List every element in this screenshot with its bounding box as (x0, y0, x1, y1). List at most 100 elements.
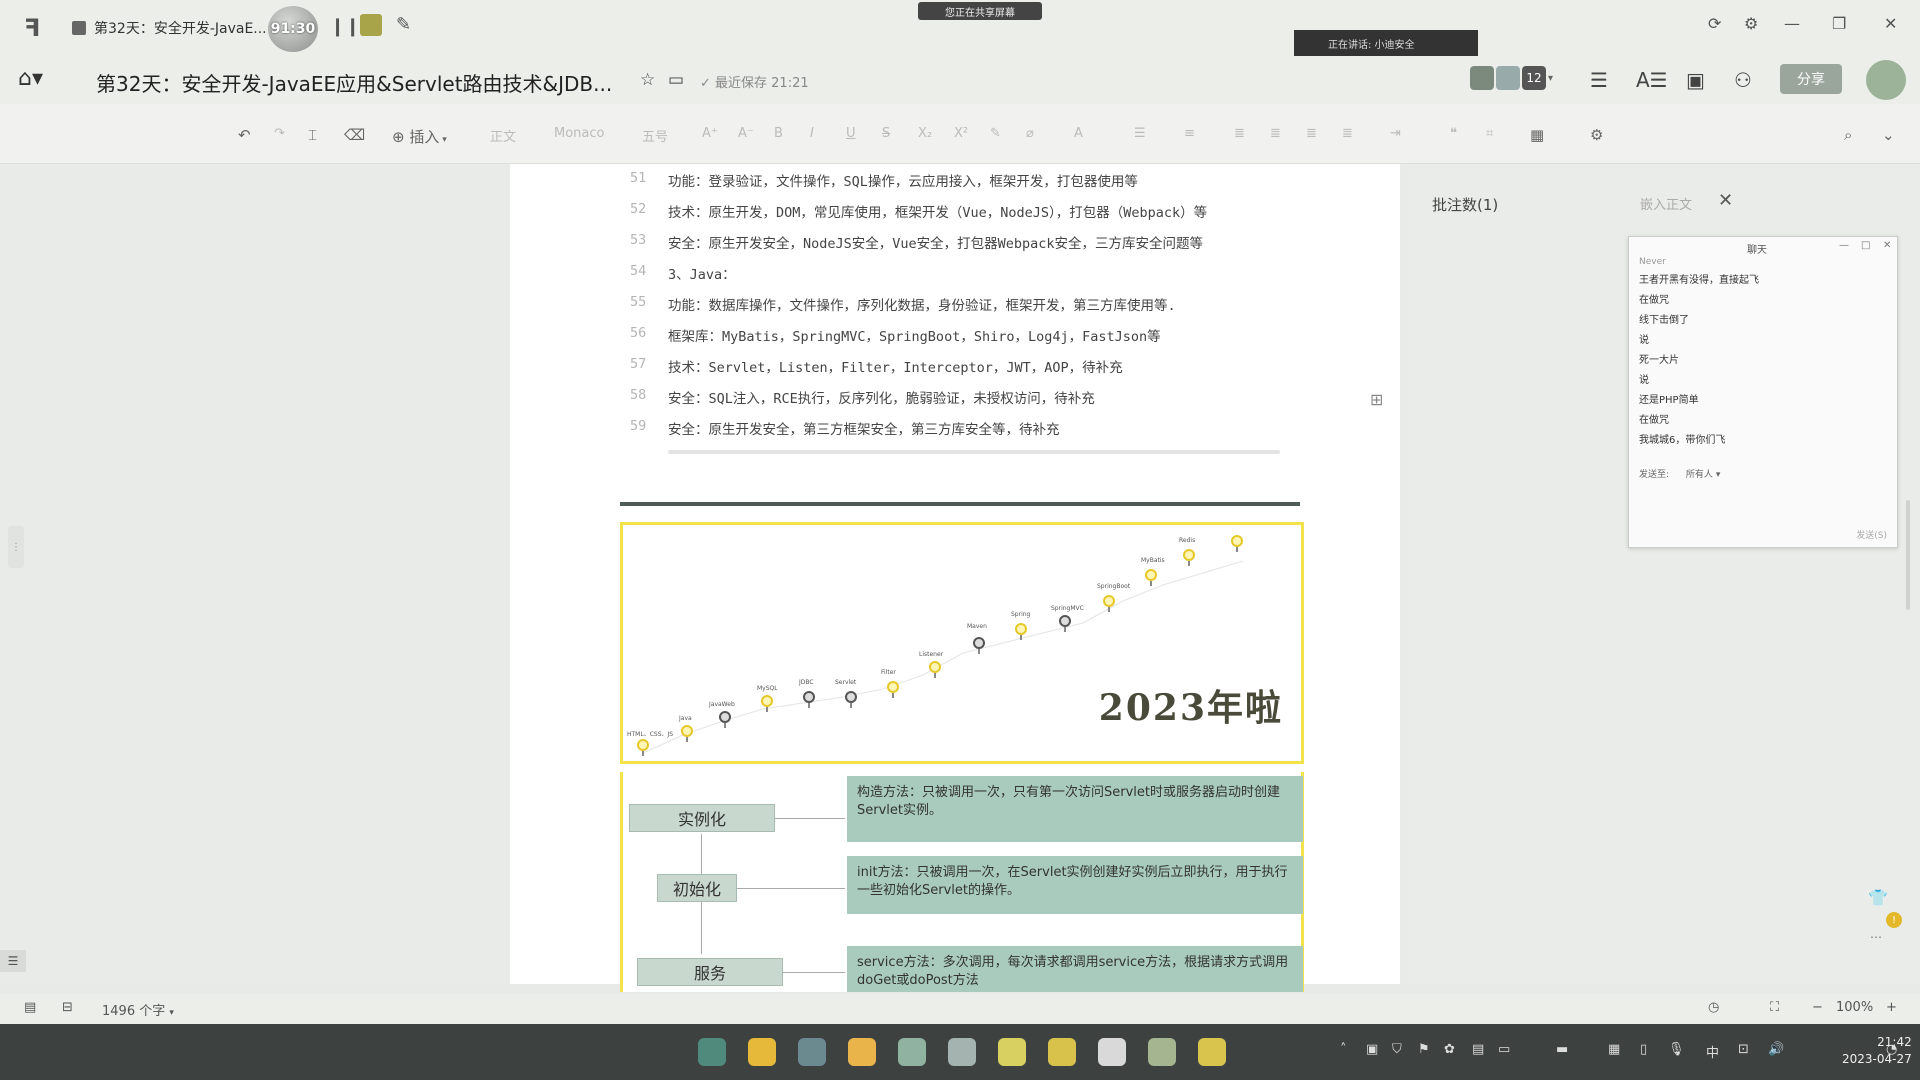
document-title[interactable]: 第32天：安全开发-JavaEE应用&Servlet路由技术&JDB... (96, 68, 612, 97)
history-icon[interactable]: ◷ (1708, 1000, 1719, 1015)
style-select[interactable]: 正文 (490, 126, 516, 145)
user-avatar[interactable] (1866, 60, 1906, 100)
redo-icon[interactable]: ↷ (274, 126, 285, 141)
menu-icon[interactable]: ☰ (1590, 68, 1608, 92)
send-to-select[interactable]: 所有人 (1686, 470, 1713, 480)
tray-icon[interactable]: ▭ (1498, 1042, 1510, 1057)
add-comment-icon[interactable]: ⊞ (1370, 390, 1383, 409)
settings-icon[interactable]: ⚙ (1744, 14, 1758, 33)
embed-in-text-button[interactable]: 嵌入正文 (1640, 194, 1692, 213)
more-icon[interactable]: ⋯ (1870, 930, 1882, 944)
annotate-icon[interactable] (360, 14, 382, 36)
file-explorer-icon[interactable] (748, 1038, 776, 1066)
edge-icon[interactable] (798, 1038, 826, 1066)
servlet-lifecycle-diagram[interactable]: 实例化 构造方法：只被调用一次，只有第一次访问Servlet时或服务器启动时创建… (620, 772, 1304, 992)
collapse-toolbar-icon[interactable]: ⌄ (1882, 126, 1895, 144)
code-line[interactable]: 53 安全：原生开发安全，NodeJS安全，Vue安全，打包器Webpack安全… (510, 232, 1400, 262)
size-select[interactable]: 五号 (642, 126, 668, 145)
notification-icon[interactable]: ◔ (1886, 1042, 1897, 1057)
pen-icon[interactable]: ✎ (396, 14, 411, 35)
code-line[interactable]: 56 框架库：MyBatis，SpringMVC，SpringBoot，Shir… (510, 325, 1400, 355)
app-icon[interactable] (1048, 1038, 1076, 1066)
tray-icon[interactable]: ▤ (1472, 1042, 1484, 1057)
maximize-icon[interactable]: ❐ (1832, 14, 1846, 33)
bold-icon[interactable]: B (774, 126, 783, 141)
send-to-row[interactable]: 发送至: 所有人 ▾ (1639, 467, 1720, 480)
undo-icon[interactable]: ↶ (238, 126, 251, 144)
code-block-icon[interactable]: ⌗ (1486, 126, 1493, 141)
numbered-list-icon[interactable]: ≡ (1184, 126, 1195, 141)
format-painter-icon[interactable]: ⌶ (308, 126, 317, 144)
star-icon[interactable]: ☆ (640, 70, 655, 90)
folder-icon[interactable]: ▭ (668, 70, 684, 90)
subscript-icon[interactable]: X₂ (918, 126, 932, 141)
highlight-icon[interactable]: ✎ (990, 126, 1001, 141)
chrome-icon[interactable] (848, 1038, 876, 1066)
strikethrough-icon[interactable]: S (882, 126, 890, 141)
present-icon[interactable]: ▣ (1686, 68, 1705, 92)
align-right-icon[interactable]: ≣ (1306, 126, 1317, 141)
app-icon[interactable] (948, 1038, 976, 1066)
system-clock[interactable]: 21:42 2023-04-27 (1842, 1034, 1912, 1068)
collaborators[interactable]: 12 ▾ (1470, 66, 1553, 90)
font-shrink-icon[interactable]: A⁻ (738, 126, 754, 141)
document-tab[interactable]: 第32天：安全开发-JavaE... (72, 10, 272, 46)
zoom-level[interactable]: 100% (1836, 1000, 1873, 1015)
shield-icon[interactable]: ⛉ (1392, 1042, 1402, 1057)
scrollbar[interactable] (1906, 500, 1910, 610)
learning-roadmap-image[interactable]: HTML、CSS、JS Java JavaWeb MySQL JDBC Serv… (620, 522, 1304, 764)
code-line[interactable]: 58 安全：SQL注入，RCE执行，反序列化，脆弱验证，未授权访问，待补充 (510, 387, 1400, 417)
table-icon[interactable]: ▦ (1530, 126, 1544, 144)
font-grow-icon[interactable]: A⁺ (702, 126, 718, 141)
quote-icon[interactable]: ❝ (1450, 126, 1457, 141)
underline-icon[interactable]: U (846, 126, 856, 141)
code-line[interactable]: 52 技术：原生开发，DOM，常见库使用，框架开发（Vue，NodeJS），打包… (510, 201, 1400, 231)
chat-window[interactable]: 聊天 — □ ✕ Never 王者开黑有没得，直接起飞 在做咒 线下击倒了 说 … (1628, 236, 1898, 548)
sync-icon[interactable]: ⟳ (1708, 14, 1721, 33)
start-icon[interactable] (698, 1038, 726, 1066)
shirt-icon[interactable]: 👕 (1868, 888, 1888, 907)
align-center-icon[interactable]: ≣ (1270, 126, 1281, 141)
pause-icon[interactable]: ❙❙ (330, 16, 360, 37)
font-color-icon[interactable]: A (1074, 126, 1083, 141)
code-line[interactable]: 54 3、Java： (510, 263, 1400, 293)
send-button[interactable]: 发送(S) (1856, 528, 1887, 541)
microphone-icon[interactable]: 🎙 (1668, 1042, 1685, 1057)
outline-icon[interactable]: ☰ (0, 950, 26, 972)
tray-icon[interactable]: ▣ (1366, 1042, 1378, 1057)
code-line[interactable]: 51 功能：登录验证，文件操作，SQL操作，云应用接入，框架开发，打包器使用等 (510, 170, 1400, 200)
clear-format-icon[interactable]: ⌀ (1026, 126, 1034, 141)
chat-tray-icon[interactable]: ▬ (1556, 1042, 1568, 1057)
meeting-timer[interactable]: 91:30 (268, 6, 318, 52)
justify-icon[interactable]: ≣ (1342, 126, 1353, 141)
code-line[interactable]: 55 功能：数据库操作，文件操作，序列化数据，身份验证，框架开发，第三方库使用等… (510, 294, 1400, 324)
zoom-in-icon[interactable]: + (1886, 1000, 1897, 1015)
code-block-scrollbar[interactable] (668, 450, 1280, 454)
code-line[interactable]: 57 技术：Servlet，Listen，Filter，Interceptor，… (510, 356, 1400, 386)
p-app-icon[interactable] (1098, 1038, 1126, 1066)
superscript-icon[interactable]: X² (954, 126, 968, 141)
app-icon[interactable] (998, 1038, 1026, 1066)
fullscreen-icon[interactable]: ⛶ (1770, 1000, 1779, 1015)
share-button[interactable]: 分享 (1780, 64, 1842, 94)
italic-icon[interactable]: I (810, 126, 814, 141)
code-line[interactable]: 59 安全：原生开发安全，第三方框架安全，第三方库安全等，待补充 (510, 418, 1400, 448)
align-left-icon[interactable]: ≣ (1234, 126, 1245, 141)
home-icon[interactable]: ⌂▾ (18, 66, 43, 91)
indent-icon[interactable]: ⇥ (1390, 126, 1401, 141)
page-layout-icon[interactable]: ⊟ (62, 1000, 73, 1015)
app-logo-icon[interactable]: ꟻ (24, 14, 54, 44)
ime-icon[interactable]: 中 (1706, 1042, 1719, 1061)
maximize-icon[interactable]: □ (1861, 240, 1870, 251)
app-icon[interactable]: ⚙ (1590, 126, 1603, 144)
network-icon[interactable]: ⊡ (1738, 1042, 1749, 1057)
tray-icon[interactable]: ▦ (1608, 1042, 1620, 1057)
font-select[interactable]: Monaco (554, 126, 604, 141)
close-icon[interactable]: ✕ (1883, 240, 1891, 251)
tray-expand-icon[interactable]: ˄ (1340, 1042, 1347, 1057)
outline-icon[interactable]: ▤ (24, 1000, 36, 1015)
collaborate-icon[interactable]: ⚇ (1734, 68, 1752, 92)
search-icon[interactable]: ⌕ (1844, 126, 1852, 144)
tray-icon[interactable]: ✿ (1444, 1042, 1455, 1057)
close-icon[interactable]: ✕ (1718, 190, 1733, 211)
